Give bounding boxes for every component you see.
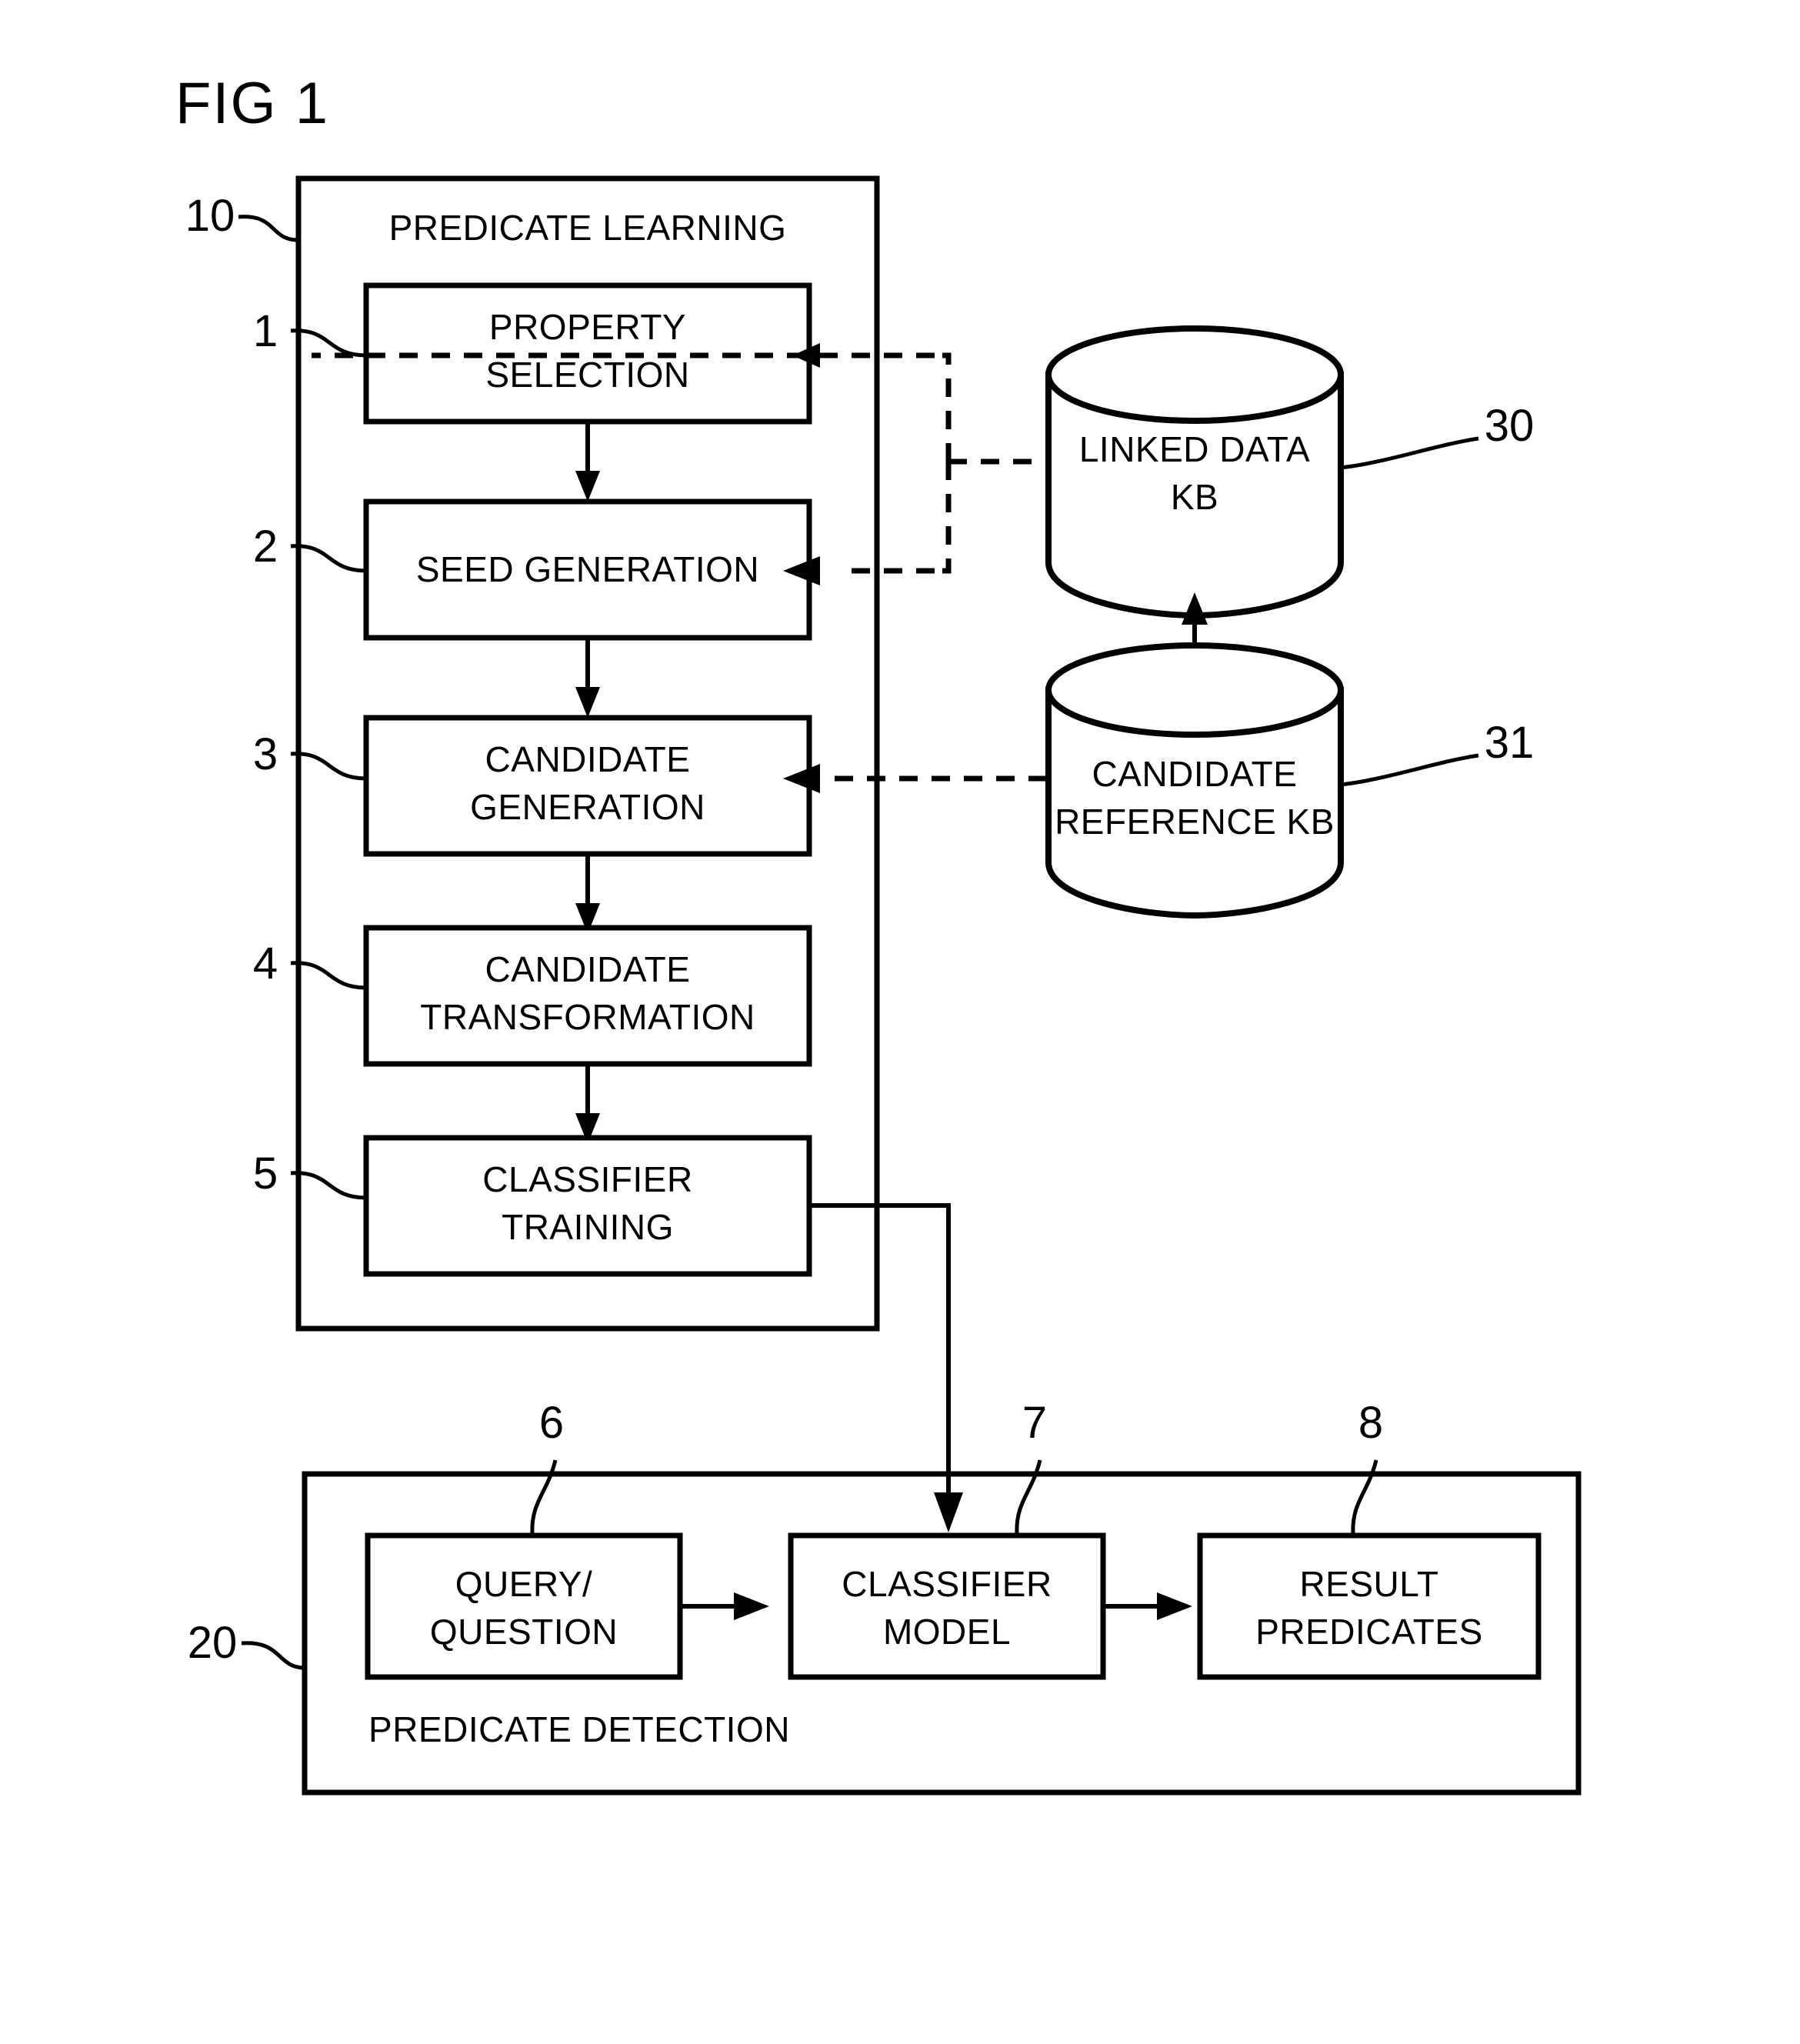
box-classifier-model[interactable] <box>788 1532 1106 1680</box>
leader-5 <box>290 1171 367 1200</box>
leader-4 <box>290 961 367 990</box>
ref-label-30: 30 <box>1485 401 1535 451</box>
dashed-link-bus-to-seed-generation-seg1 <box>935 462 952 574</box>
box-result-predicates-line2: PREDICATES <box>1255 1612 1483 1652</box>
box-query-question[interactable] <box>365 1532 683 1680</box>
dashed-link-kb30-to-property-selection-seg1 <box>942 352 952 462</box>
box-candidate-generation-line2: GENERATION <box>470 787 705 827</box>
box-candidate-transformation[interactable] <box>363 925 812 1067</box>
leader-8 <box>1351 1459 1378 1535</box>
container-predicate-learning-title: PREDICATE LEARNING <box>389 208 787 248</box>
box-result-predicates-line1: RESULT <box>1299 1564 1438 1604</box>
box-classifier-model-line1: CLASSIFIER <box>842 1564 1052 1604</box>
kb-linked-data-line2: KB <box>1171 477 1218 517</box>
kb-linked-data-line1: LINKED DATA <box>1079 429 1310 469</box>
ref-label-2: 2 <box>253 522 278 572</box>
ref-label-5: 5 <box>253 1149 278 1199</box>
ref-label-10: 10 <box>185 191 235 241</box>
kb-candidate-reference-line2: REFERENCE KB <box>1055 802 1335 842</box>
leader-1 <box>290 328 367 358</box>
leader-2 <box>290 544 367 573</box>
flow-arrowhead-to-classifier-model <box>934 1492 963 1532</box>
flow-arrowhead-2-to-3 <box>575 687 600 718</box>
flow-arrowhead-7-to-8 <box>1157 1592 1192 1620</box>
figure-label: FIG 1 <box>175 71 329 136</box>
ref-label-4: 4 <box>253 939 278 989</box>
box-classifier-training[interactable] <box>363 1135 812 1277</box>
box-property-selection-line2: SELECTION <box>485 355 689 395</box>
leader-7 <box>1015 1459 1042 1535</box>
leader-3 <box>290 752 367 781</box>
kb-candidate-reference-top <box>1045 642 1344 738</box>
ref-label-7: 7 <box>1022 1398 1047 1448</box>
container-predicate-detection-title: PREDICATE DETECTION <box>368 1709 790 1749</box>
kb-candidate-reference-line1: CANDIDATE <box>1092 754 1298 794</box>
leader-10 <box>238 215 299 242</box>
box-query-question-line2: QUESTION <box>430 1612 618 1652</box>
leader-30 <box>1339 436 1479 470</box>
ref-label-31: 31 <box>1485 718 1535 768</box>
box-candidate-generation[interactable] <box>363 715 812 857</box>
figure-1-diagram: FIG 1 PREDICATE LEARNING 10 PROPERTY SEL… <box>175 71 1582 1796</box>
ref-label-8: 8 <box>1358 1398 1383 1448</box>
box-seed-generation-line1: SEED GENERATION <box>416 549 759 589</box>
ref-label-20: 20 <box>188 1618 238 1668</box>
flow-arrowhead-6-to-7 <box>734 1592 769 1620</box>
ref-label-6: 6 <box>539 1398 564 1448</box>
box-candidate-generation-line1: CANDIDATE <box>485 739 691 779</box>
leader-31 <box>1339 753 1479 787</box>
box-classifier-model-line2: MODEL <box>883 1612 1011 1652</box>
box-candidate-transformation-line1: CANDIDATE <box>485 949 691 989</box>
leader-20 <box>241 1641 305 1670</box>
box-classifier-training-line1: CLASSIFIER <box>482 1159 692 1199</box>
box-query-question-line1: QUERY/ <box>455 1564 593 1604</box>
ref-label-3: 3 <box>253 729 278 779</box>
flow-arrowhead-1-to-2 <box>575 471 600 502</box>
figure-canvas: FIG 1 PREDICATE LEARNING 10 PROPERTY SEL… <box>0 0 1800 2044</box>
box-candidate-transformation-line2: TRANSFORMATION <box>420 997 755 1037</box>
kb-linked-data-top <box>1045 325 1344 424</box>
box-classifier-training-line2: TRAINING <box>502 1207 674 1247</box>
leader-6 <box>530 1459 558 1535</box>
box-property-selection-line1: PROPERTY <box>489 307 686 347</box>
ref-label-1: 1 <box>253 306 278 356</box>
box-result-predicates[interactable] <box>1197 1532 1542 1680</box>
